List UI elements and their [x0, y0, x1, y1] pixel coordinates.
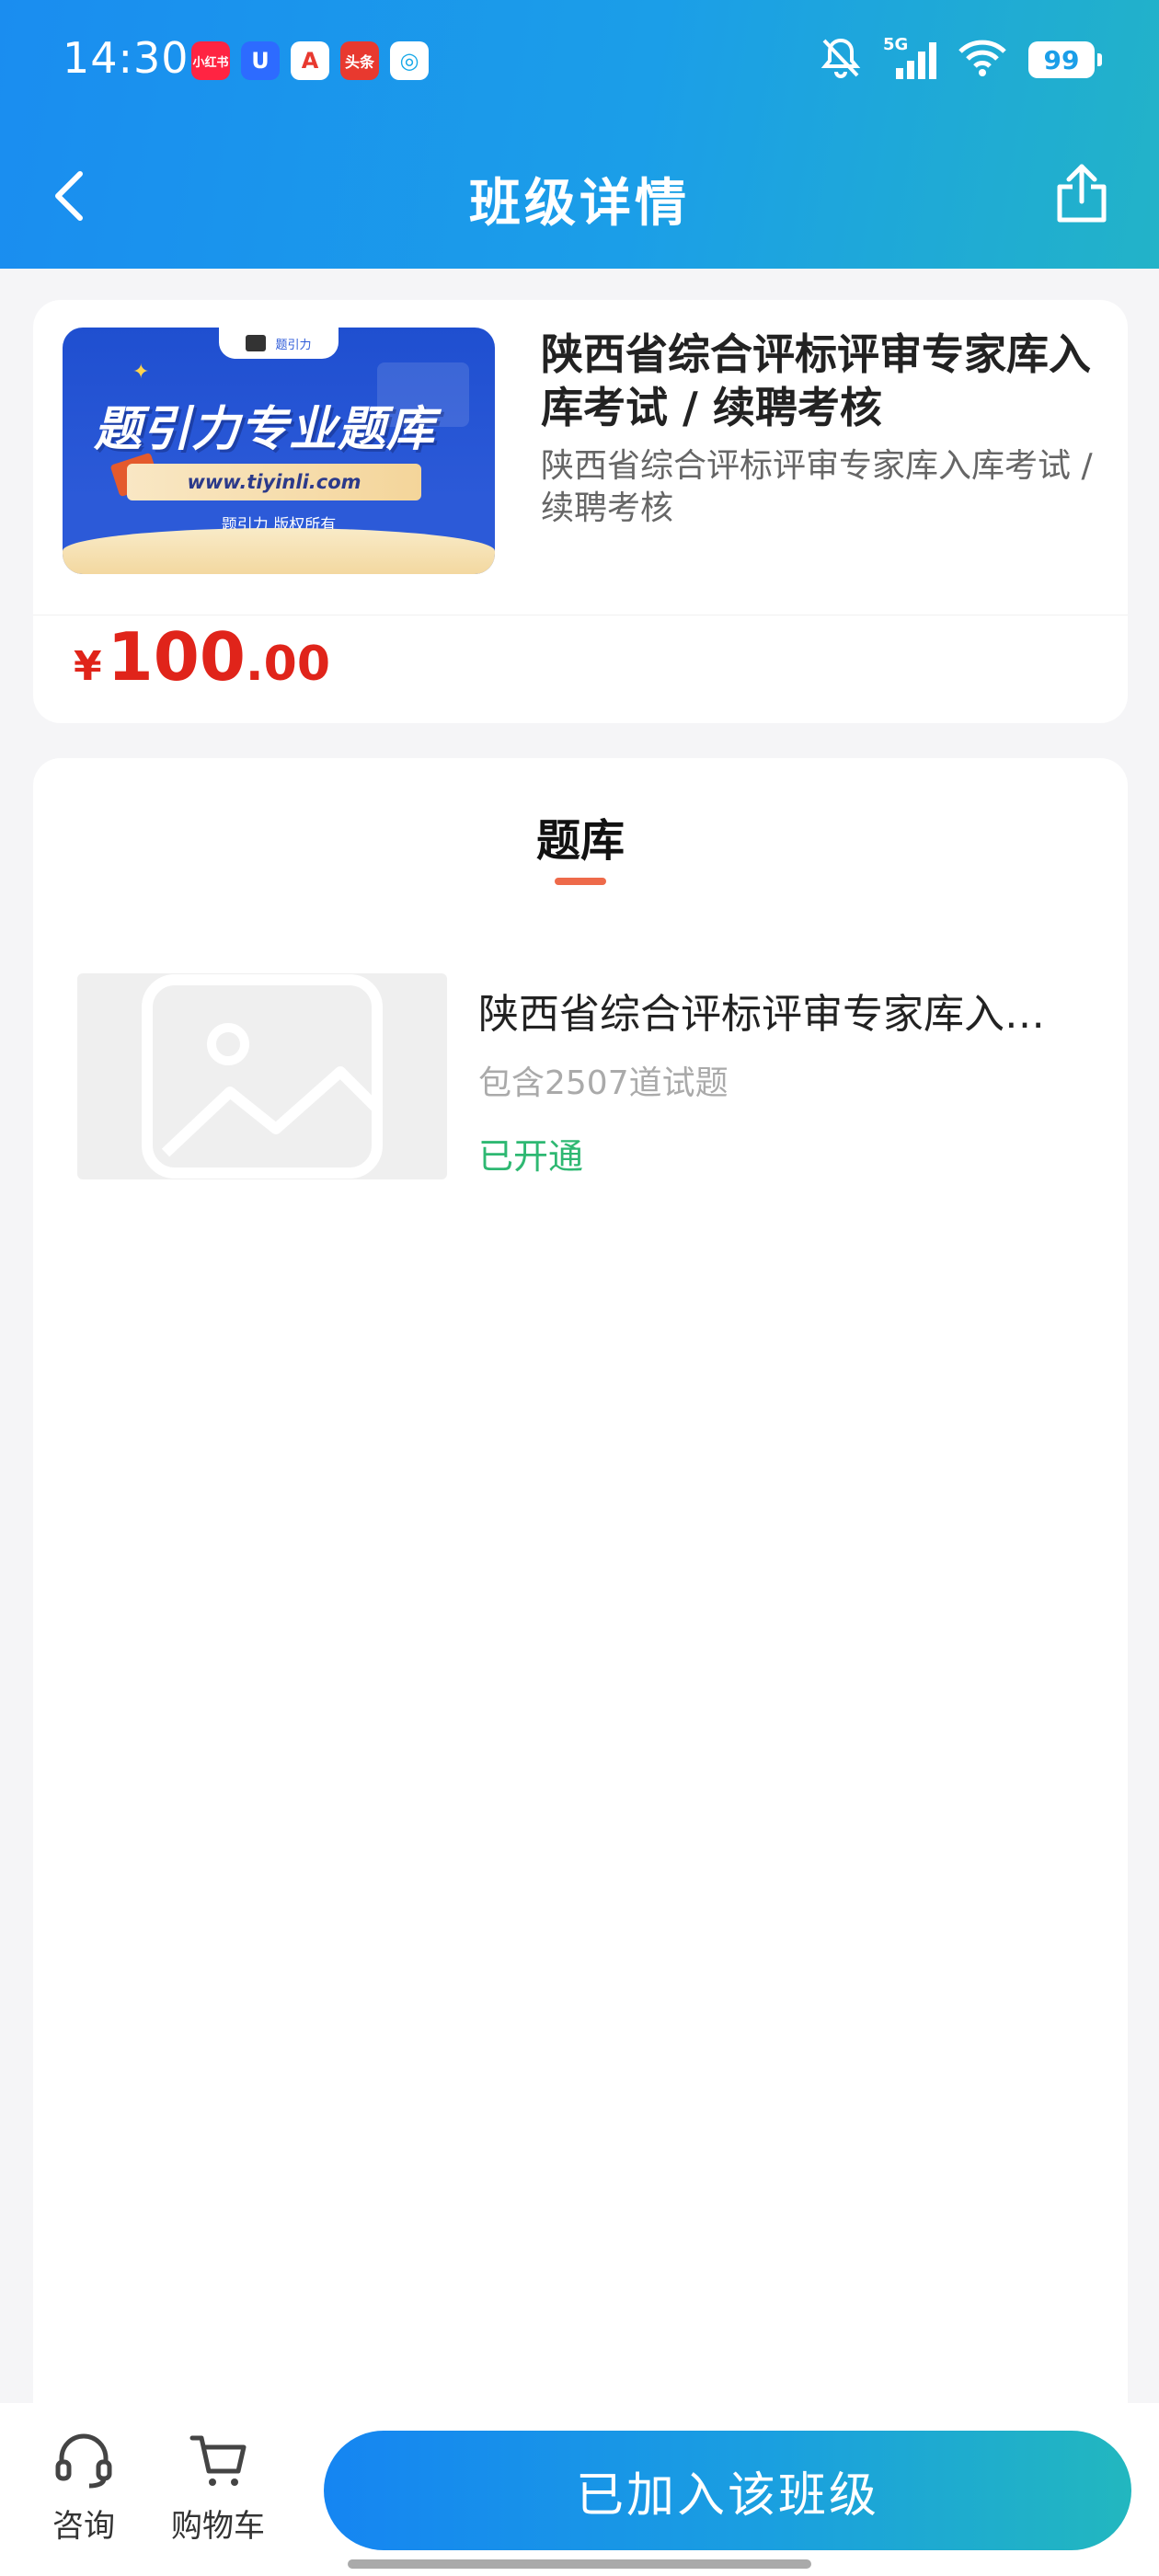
- banner-tab: 题引力: [219, 328, 339, 359]
- thumbnail-placeholder: [77, 973, 447, 1179]
- price-integer: 100: [107, 618, 246, 696]
- banner-wave-decoration: [63, 528, 495, 574]
- cart-label: 购物车: [171, 2508, 265, 2545]
- headset-icon: [55, 2433, 112, 2489]
- banner-logo-icon: [246, 335, 267, 351]
- consult-button[interactable]: 咨询: [15, 2403, 153, 2550]
- share-button[interactable]: [1045, 156, 1119, 230]
- chat-app-icon: ◎: [390, 41, 429, 80]
- header: 14:30 小红书 U A 头条 ◎ 5G 99 班级详情: [0, 0, 1159, 269]
- nav-bar: 班级详情: [0, 138, 1159, 258]
- joined-class-button[interactable]: 已加入该班级: [324, 2431, 1131, 2550]
- section-title-underline: [555, 878, 606, 885]
- shopping-cart-icon: [189, 2435, 247, 2486]
- toutiao-app-icon: 头条: [340, 41, 379, 80]
- banner-url: www.tiyinli.com: [127, 464, 421, 500]
- section-title: 题库: [535, 815, 625, 867]
- banner-tab-label: 题引力: [275, 338, 312, 352]
- share-icon: [1057, 164, 1107, 223]
- status-bar: 14:30 小红书 U A 头条 ◎ 5G 99: [0, 0, 1159, 129]
- u-app-icon: U: [241, 41, 280, 80]
- question-count: 包含2507道试题: [478, 1064, 729, 1102]
- image-placeholder-icon: [142, 974, 384, 1179]
- star-icon: ✦: [132, 361, 150, 384]
- consult-label: 咨询: [52, 2508, 115, 2545]
- banner-headline: 题引力专业题库: [94, 402, 436, 457]
- question-bank-name: 陕西省综合评标评审专家库入库考试 / 续聘考核: [478, 991, 1067, 1038]
- mute-bell-icon: [820, 37, 861, 83]
- course-banner-image: 题引力 ✦ 题引力专业题库 www.tiyinli.com 题引力 版权所有: [63, 328, 495, 574]
- notification-app-icons: 小红书 U A 头条 ◎: [191, 41, 429, 80]
- question-bank-item[interactable]: 陕西省综合评标评审专家库入库考试 / 续聘考核 包含2507道试题 已开通: [77, 973, 1089, 1181]
- course-title: 陕西省综合评标评审专家库入库考试 / 续聘考核: [541, 329, 1091, 432]
- course-price: ¥ 100 .00: [74, 618, 330, 696]
- cart-button[interactable]: 购物车: [149, 2403, 287, 2550]
- status-indicators: 5G 99: [820, 35, 1102, 83]
- status-time: 14:30: [63, 33, 189, 83]
- wifi-icon: [958, 39, 1006, 81]
- bottom-action-bar: 咨询 购物车 已加入该班级: [0, 2403, 1159, 2576]
- course-card: 题引力 ✦ 题引力专业题库 www.tiyinli.com 题引力 版权所有 陕…: [33, 300, 1128, 723]
- page-title: 班级详情: [469, 174, 690, 234]
- a-app-icon: A: [291, 41, 329, 80]
- enrollment-status: 已开通: [478, 1136, 584, 1177]
- signal-5g-icon: 5G: [883, 35, 936, 81]
- home-indicator[interactable]: [348, 2559, 811, 2569]
- price-currency: ¥: [74, 643, 102, 690]
- xiaohongshu-app-icon: 小红书: [191, 41, 230, 80]
- question-bank-panel: 题库 陕西省综合评标评审专家库入库考试 / 续聘考核 包含2507道试题 已开通: [33, 758, 1128, 2432]
- price-decimal: .00: [245, 637, 331, 692]
- course-subtitle: 陕西省综合评标评审专家库入库考试 / 续聘考核: [541, 447, 1093, 527]
- battery-indicator: 99: [1028, 41, 1102, 78]
